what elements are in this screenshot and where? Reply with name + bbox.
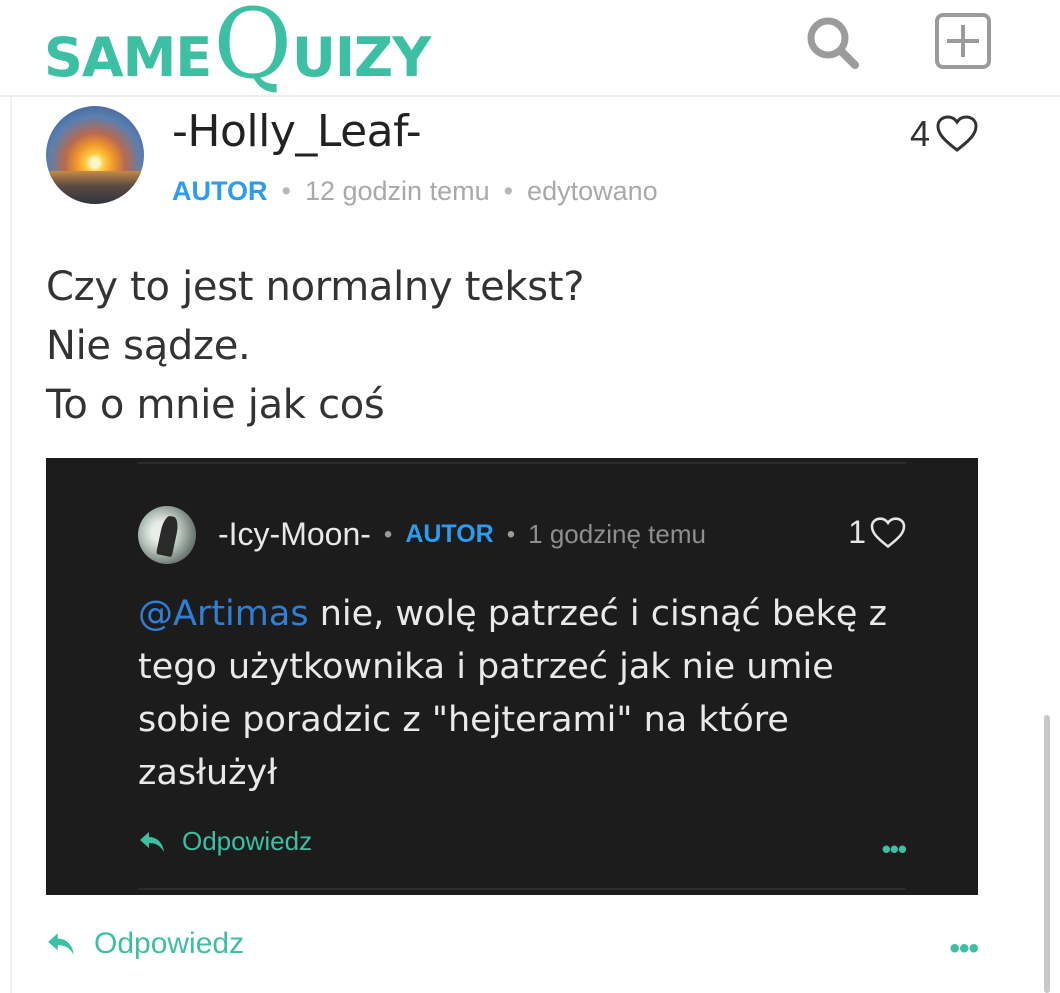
more-options-button[interactable]: •••	[882, 834, 907, 865]
reply-label: Odpowiedz	[94, 927, 245, 960]
edited-label: edytowano	[527, 176, 658, 206]
logo-text-rest: UIZY	[292, 26, 431, 89]
heart-icon	[936, 115, 978, 152]
logo-text-same: SAME	[44, 26, 212, 89]
reply-like-button[interactable]: 1	[848, 514, 906, 551]
divider	[138, 888, 906, 890]
comment-line: Czy to jest normalny tekst?	[46, 264, 585, 310]
comment-line: Nie sądze.	[46, 323, 251, 369]
heart-icon	[870, 516, 906, 548]
reply-header: -Icy-Moon- • AUTOR • 1 godzinę temu	[218, 516, 706, 553]
divider	[138, 462, 906, 464]
reply-time: 1 godzinę temu	[528, 519, 706, 549]
avatar[interactable]	[46, 106, 144, 204]
like-button[interactable]: 4	[910, 113, 978, 155]
samequizy-logo[interactable]: SAME Q UIZY	[44, 0, 431, 100]
search-button[interactable]	[802, 12, 864, 74]
comment-meta: AUTOR • 12 godzin temu • edytowano	[172, 176, 658, 206]
reply-like-count: 1	[848, 514, 866, 550]
add-square-icon	[935, 13, 991, 69]
reply-avatar[interactable]	[138, 506, 196, 564]
comment-body: Czy to jest normalny tekst? Nie sądze. T…	[46, 258, 584, 435]
add-quiz-button[interactable]	[932, 10, 994, 72]
search-icon	[807, 17, 859, 69]
content-edge	[10, 97, 12, 993]
reply-button[interactable]: Odpowiedz	[46, 927, 244, 961]
reply-username[interactable]: -Icy-Moon-	[218, 516, 371, 553]
top-bar: SAME Q UIZY	[0, 0, 1060, 97]
reply-comment: -Icy-Moon- • AUTOR • 1 godzinę temu 1 @A…	[46, 458, 978, 895]
reply-label: Odpowiedz	[182, 826, 313, 856]
mention-link[interactable]: @Artimas	[138, 594, 309, 634]
comment-username[interactable]: -Holly_Leaf-	[172, 106, 422, 157]
like-count: 4	[909, 113, 930, 154]
logo-text-q: Q	[213, 0, 293, 100]
scrollbar[interactable]	[1044, 715, 1050, 993]
comment-time: 12 godzin temu	[304, 176, 490, 206]
reply-reply-button[interactable]: Odpowiedz	[138, 826, 312, 857]
more-options-button[interactable]: •••	[949, 932, 978, 966]
comment-line: To o mnie jak coś	[46, 382, 385, 428]
reply-arrow-icon	[140, 831, 164, 852]
reply-arrow-icon	[48, 933, 74, 955]
reply-author-badge: AUTOR	[405, 520, 494, 548]
reply-body: @Artimas nie, wolę patrzeć i cisnąć bekę…	[138, 588, 898, 800]
author-badge: AUTOR	[172, 176, 268, 206]
